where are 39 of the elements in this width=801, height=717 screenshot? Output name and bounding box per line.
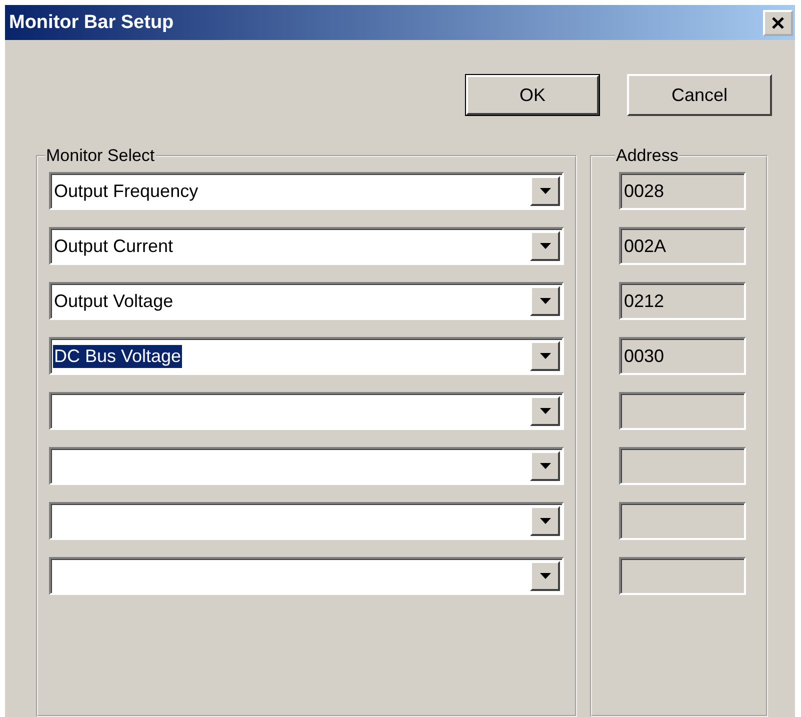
close-icon bbox=[771, 16, 785, 28]
group-label: Address bbox=[615, 146, 680, 166]
dropdown-value: Output Current bbox=[53, 234, 174, 258]
caret-icon bbox=[540, 298, 550, 304]
ok-button[interactable]: OK bbox=[465, 74, 600, 116]
monitor-dropdown[interactable]: Output Voltage bbox=[49, 282, 564, 320]
window-title: Monitor Bar Setup bbox=[9, 12, 174, 34]
caret-icon bbox=[540, 573, 550, 579]
caret-icon bbox=[540, 463, 550, 469]
dropdown-arrow-button[interactable] bbox=[530, 176, 560, 206]
group-label: Monitor Select bbox=[45, 146, 156, 166]
monitor-dropdown[interactable]: DC Bus Voltage bbox=[49, 337, 564, 375]
caret-icon bbox=[540, 518, 550, 524]
caret-icon bbox=[540, 408, 550, 414]
monitor-dropdown[interactable]: Output Current bbox=[49, 227, 564, 265]
caret-icon bbox=[540, 243, 550, 249]
caret-icon bbox=[540, 188, 550, 194]
monitor-dropdown[interactable]: Output Frequency bbox=[49, 172, 564, 210]
dropdown-arrow-button[interactable] bbox=[530, 561, 560, 591]
address-field: 002A bbox=[619, 227, 746, 265]
dropdown-arrow-button[interactable] bbox=[530, 451, 560, 481]
dropdown-arrow-button[interactable] bbox=[530, 506, 560, 536]
dropdown-arrow-button[interactable] bbox=[530, 396, 560, 426]
dropdown-value: Output Frequency bbox=[53, 180, 200, 202]
dropdown-arrow-button[interactable] bbox=[530, 341, 560, 371]
monitor-dropdown[interactable] bbox=[49, 557, 564, 595]
address-field: 0212 bbox=[619, 282, 746, 320]
caret-icon bbox=[540, 353, 550, 359]
monitor-dropdown[interactable] bbox=[49, 392, 564, 430]
monitor-dropdown[interactable] bbox=[49, 447, 564, 485]
dropdown-arrow-button[interactable] bbox=[530, 286, 560, 316]
dropdown-value: Output Voltage bbox=[53, 290, 174, 312]
address-field: 0028 bbox=[619, 172, 746, 210]
dropdown-arrow-button[interactable] bbox=[530, 231, 560, 261]
monitor-dropdown[interactable] bbox=[49, 502, 564, 540]
dropdown-value: DC Bus Voltage bbox=[53, 344, 182, 368]
address-field: 0030 bbox=[619, 337, 746, 375]
close-button[interactable] bbox=[763, 10, 793, 36]
cancel-button[interactable]: Cancel bbox=[627, 74, 772, 116]
